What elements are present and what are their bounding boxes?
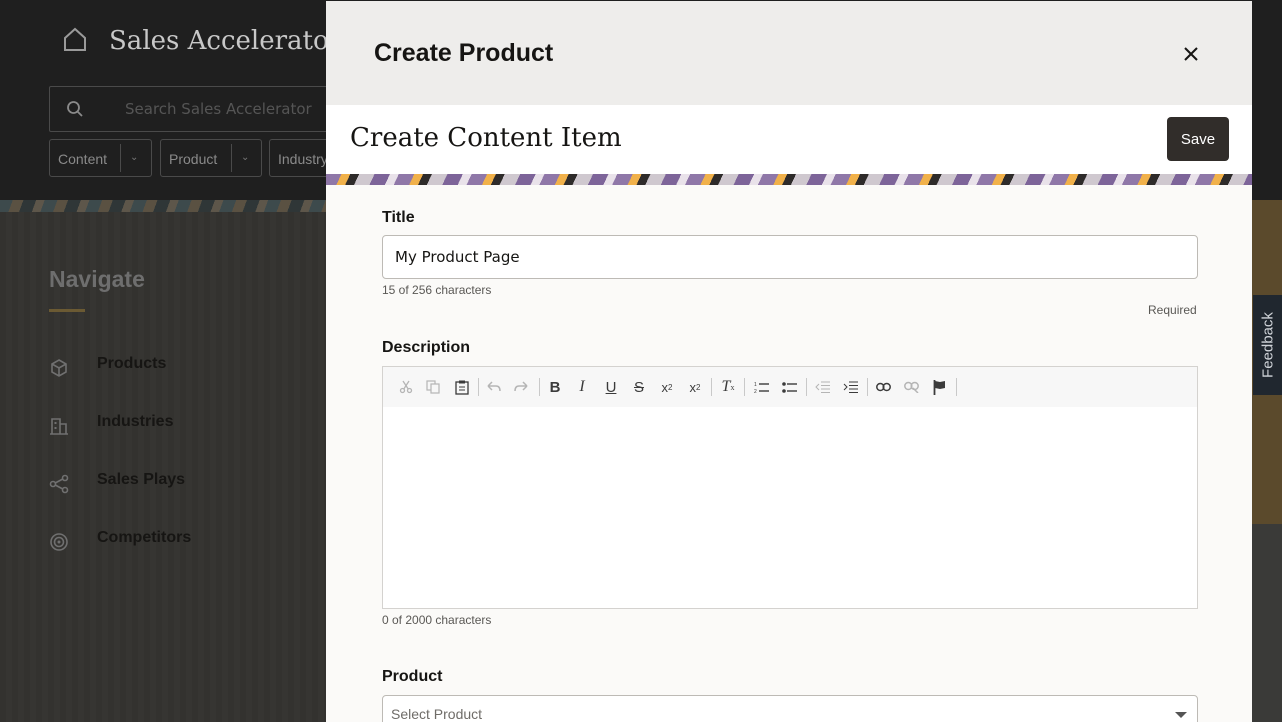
nav-item-label: Products [97, 355, 167, 372]
nav-item-label: Industries [97, 413, 174, 430]
chevron-down-icon: ⌄ [241, 152, 250, 163]
content-item-bar: Create Content Item Save [326, 105, 1252, 174]
product-placeholder: Select Product [391, 706, 483, 722]
chevron-down-icon [1175, 712, 1187, 718]
nav-item-label: Sales Plays [97, 471, 186, 488]
save-button[interactable]: Save [1167, 117, 1229, 161]
description-editor: B I U S x2 x2 Tx 12 [382, 366, 1198, 609]
redo-icon[interactable] [511, 377, 531, 397]
close-icon[interactable] [1178, 41, 1204, 67]
unlink-icon[interactable] [901, 377, 921, 397]
app-title: Sales Accelerator [109, 26, 342, 56]
title-label: Title [382, 209, 415, 226]
strikethrough-icon[interactable]: S [629, 377, 649, 397]
content-item-heading: Create Content Item [350, 123, 622, 153]
cube-icon [51, 359, 67, 377]
dialog-title: Create Product [374, 39, 554, 67]
superscript-icon[interactable]: x2 [685, 377, 705, 397]
background-strip [1252, 524, 1282, 722]
target-icon [50, 533, 68, 551]
create-product-dialog: Create Product Create Content Item Save … [326, 1, 1252, 722]
nav-underline [49, 309, 85, 312]
subscript-icon[interactable]: x2 [657, 377, 677, 397]
link-icon[interactable] [873, 377, 893, 397]
description-text-area[interactable] [383, 407, 1197, 608]
building-icon [50, 418, 68, 435]
filter-label: Content [58, 151, 108, 167]
indent-icon[interactable] [840, 377, 860, 397]
undo-icon[interactable] [484, 377, 504, 397]
bold-icon[interactable]: B [545, 377, 565, 397]
required-label: Required [1148, 303, 1197, 317]
cut-icon[interactable] [396, 377, 416, 397]
copy-icon[interactable] [423, 377, 443, 397]
underline-icon[interactable]: U [601, 377, 621, 397]
svg-text:1: 1 [754, 382, 757, 388]
nav-title: Navigate [49, 266, 145, 292]
flag-icon[interactable] [929, 377, 949, 397]
filter-label: Industry [278, 151, 328, 167]
filter-label: Product [169, 151, 218, 167]
filter-product[interactable]: Product ⌄ [160, 139, 262, 177]
feedback-label: Feedback [1259, 312, 1276, 378]
nav-item-label: Competitors [97, 529, 192, 546]
feedback-tab[interactable]: Feedback [1253, 295, 1282, 395]
home-icon[interactable] [62, 26, 88, 52]
svg-text:2: 2 [754, 389, 757, 394]
numbered-list-icon[interactable]: 12 [751, 377, 771, 397]
title-input[interactable] [382, 235, 1198, 279]
description-char-counter: 0 of 2000 characters [382, 613, 492, 627]
decorative-pattern [326, 174, 1252, 185]
remove-format-icon[interactable]: Tx [718, 377, 738, 397]
product-label: Product [382, 668, 443, 685]
product-select[interactable]: Select Product [382, 695, 1198, 722]
search-bar[interactable]: Search Sales Accelerator [49, 86, 349, 132]
filter-content[interactable]: Content ⌄ [49, 139, 152, 177]
content-form: Title 15 of 256 characters Required Desc… [326, 185, 1252, 722]
outdent-icon[interactable] [812, 377, 832, 397]
title-char-counter: 15 of 256 characters [382, 283, 492, 297]
share-icon [49, 474, 69, 494]
description-label: Description [382, 339, 471, 356]
editor-toolbar: B I U S x2 x2 Tx 12 [383, 367, 1197, 407]
dialog-header: Create Product [326, 1, 1252, 105]
search-placeholder: Search Sales Accelerator [125, 100, 312, 118]
chevron-down-icon: ⌄ [130, 152, 139, 163]
bulleted-list-icon[interactable] [779, 377, 799, 397]
italic-icon[interactable]: I [572, 377, 592, 397]
paste-icon[interactable] [452, 377, 472, 397]
search-icon [67, 101, 83, 117]
